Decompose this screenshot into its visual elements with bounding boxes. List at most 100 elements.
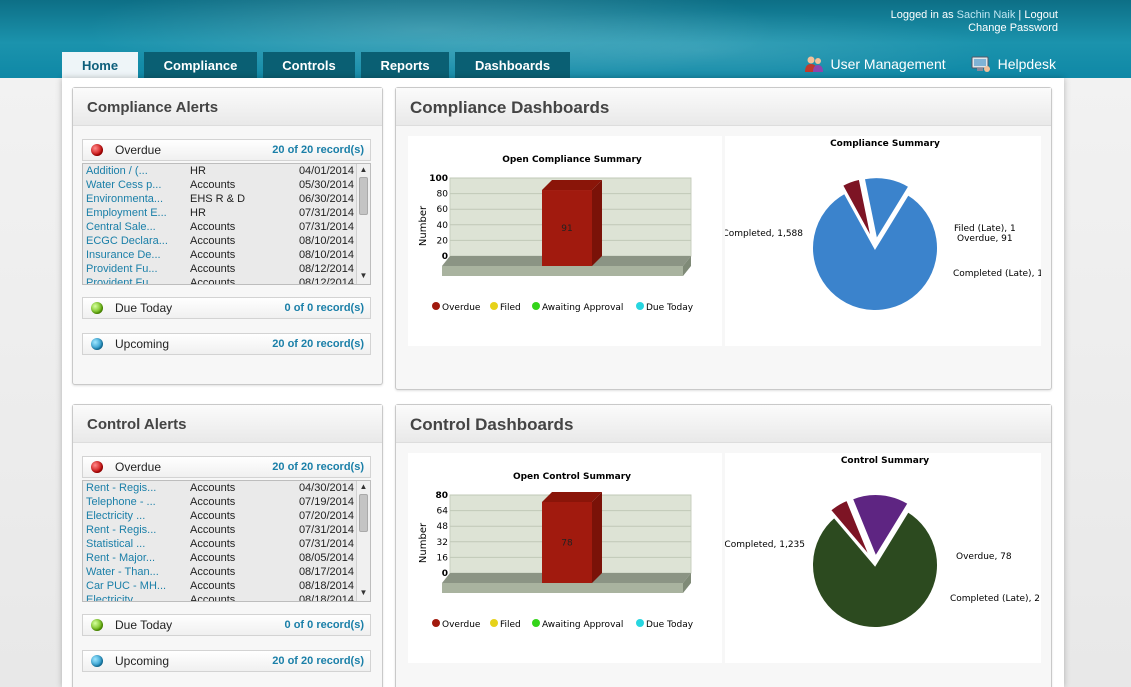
open-compliance-chart: Open Compliance Summary 0 20 40 60 80 100 Numbe… — [408, 136, 722, 346]
list-item[interactable]: Telephone - ... Accounts 07/19/2014 — [83, 495, 370, 509]
upcoming-count[interactable]: 20 of 20 record(s) — [272, 655, 364, 667]
y-tick-label: 40 — [437, 221, 449, 231]
scroll-down-icon[interactable]: ▼ — [357, 271, 370, 283]
tab-controls[interactable]: Controls — [263, 52, 355, 78]
list-item[interactable]: Rent - Major... Accounts 08/05/2014 — [83, 551, 370, 565]
list-item[interactable]: Rent - Regis... Accounts 07/31/2014 — [83, 523, 370, 537]
item-name[interactable]: Rent - Regis... — [86, 481, 190, 495]
legend-label: Awaiting Approval — [542, 303, 623, 313]
scroll-up-icon[interactable]: ▲ — [357, 482, 370, 494]
green-status-icon — [91, 302, 103, 314]
list-item[interactable]: Water - Than... Accounts 08/17/2014 — [83, 565, 370, 579]
item-name[interactable]: Water - Than... — [86, 565, 190, 579]
bar-side — [592, 491, 602, 583]
item-name[interactable]: Car PUC - MH... — [86, 579, 190, 593]
compliance-upcoming-header[interactable]: Upcoming 20 of 20 record(s) — [82, 333, 371, 355]
list-item[interactable]: Insurance De... Accounts 08/10/2014 — [83, 248, 370, 262]
overdue-count[interactable]: 20 of 20 record(s) — [272, 461, 364, 473]
list-item[interactable]: Water Cess p... Accounts 05/30/2014 — [83, 178, 370, 192]
list-scrollbar[interactable]: ▲ ▼ — [356, 481, 370, 601]
item-name[interactable]: Electricity ... — [86, 593, 190, 601]
tab-dashboards[interactable]: Dashboards — [455, 52, 570, 78]
compliance-overdue-header[interactable]: Overdue 20 of 20 record(s) — [82, 139, 371, 161]
list-item[interactable]: Rent - Regis... Accounts 04/30/2014 — [83, 481, 370, 495]
item-name[interactable]: Provident Fu... — [86, 276, 190, 284]
item-due-date: 08/10/2014 — [298, 235, 354, 247]
overdue-label: Overdue — [115, 143, 162, 157]
logged-in-label: Logged in as — [890, 9, 954, 21]
pie-label: Overdue, 78 — [956, 552, 1012, 562]
legend-marker — [432, 619, 440, 627]
item-name[interactable]: Employment E... — [86, 206, 190, 220]
blue-status-icon — [91, 655, 103, 667]
bar-side — [592, 180, 602, 266]
control-alerts-panel: Control Alerts Overdue 20 of 20 record(s… — [72, 404, 383, 687]
control-overdue-header[interactable]: Overdue 20 of 20 record(s) — [82, 456, 371, 478]
scroll-down-icon[interactable]: ▼ — [357, 588, 370, 600]
pie-label: Completed, 1,588 — [725, 229, 803, 239]
list-item[interactable]: Addition / (... HR 04/01/2014 — [83, 164, 370, 178]
tab-home[interactable]: Home — [62, 52, 138, 78]
control-due-today-header[interactable]: Due Today 0 of 0 record(s) — [82, 614, 371, 636]
legend-marker — [636, 619, 644, 627]
list-item[interactable]: Electricity ... Accounts 08/18/2014 — [83, 593, 370, 601]
y-tick-label: 100 — [429, 174, 448, 184]
tab-compliance[interactable]: Compliance — [144, 52, 257, 78]
item-name[interactable]: Water Cess p... — [86, 178, 190, 192]
item-name[interactable]: Rent - Regis... — [86, 523, 190, 537]
item-name[interactable]: Addition / (... — [86, 164, 190, 178]
list-item[interactable]: Car PUC - MH... Accounts 08/18/2014 — [83, 579, 370, 593]
bar-top — [542, 491, 602, 502]
pie-label: Filed (Late), 1 — [954, 224, 1016, 234]
list-item[interactable]: Central Sale... Accounts 07/31/2014 — [83, 220, 370, 234]
legend-marker — [490, 619, 498, 627]
list-item[interactable]: Electricity ... Accounts 07/20/2014 — [83, 509, 370, 523]
compliance-summary-chart: Compliance Summary Completed, 1,588 Filed … — [725, 136, 1041, 346]
item-department: Accounts — [190, 482, 236, 494]
control-summary-pie-chart: Control Summary Completed, 1,235 Overdue, … — [725, 456, 1040, 629]
item-name[interactable]: Insurance De... — [86, 248, 190, 262]
pie-label: Completed (Late), 2 — [950, 594, 1040, 604]
list-scrollbar[interactable]: ▲ ▼ — [356, 164, 370, 284]
open-compliance-bar-chart: Open Compliance Summary 0 20 40 60 80 100 Numbe… — [418, 155, 694, 313]
scroll-up-icon[interactable]: ▲ — [357, 165, 370, 177]
due-today-label: Due Today — [115, 301, 173, 315]
user-management-link[interactable]: User Management — [804, 54, 946, 74]
item-name[interactable]: ECGC Declara... — [86, 234, 190, 248]
tab-reports[interactable]: Reports — [361, 52, 449, 78]
chart-title: Open Control Summary — [513, 472, 631, 482]
helpdesk-link[interactable]: Helpdesk — [970, 54, 1056, 74]
compliance-due-today-header[interactable]: Due Today 0 of 0 record(s) — [82, 297, 371, 319]
item-name[interactable]: Environmenta... — [86, 192, 190, 206]
item-name[interactable]: Statistical ... — [86, 537, 190, 551]
control-upcoming-header[interactable]: Upcoming 20 of 20 record(s) — [82, 650, 371, 672]
list-item[interactable]: Environmenta... EHS R & D 06/30/2014 — [83, 192, 370, 206]
due-today-count[interactable]: 0 of 0 record(s) — [285, 302, 364, 314]
item-name[interactable]: Telephone - ... — [86, 495, 190, 509]
username-link[interactable]: Sachin Naik — [957, 9, 1016, 21]
blue-status-icon — [91, 338, 103, 350]
list-item[interactable]: Provident Fu... Accounts 08/12/2014 — [83, 262, 370, 276]
legend-marker — [432, 302, 440, 310]
due-today-count[interactable]: 0 of 0 record(s) — [285, 619, 364, 631]
upcoming-count[interactable]: 20 of 20 record(s) — [272, 338, 364, 350]
change-password-link[interactable]: Change Password — [968, 22, 1058, 34]
item-due-date: 05/30/2014 — [298, 179, 354, 191]
overdue-count[interactable]: 20 of 20 record(s) — [272, 144, 364, 156]
item-name[interactable]: Rent - Major... — [86, 551, 190, 565]
item-name[interactable]: Central Sale... — [86, 220, 190, 234]
item-due-date: 07/20/2014 — [298, 510, 354, 522]
list-item[interactable]: Statistical ... Accounts 07/31/2014 — [83, 537, 370, 551]
list-item[interactable]: ECGC Declara... Accounts 08/10/2014 — [83, 234, 370, 248]
y-tick-label: 0 — [442, 569, 448, 579]
item-due-date: 04/01/2014 — [298, 165, 354, 177]
scroll-thumb[interactable] — [359, 177, 368, 215]
item-name[interactable]: Provident Fu... — [86, 262, 190, 276]
list-item[interactable]: Provident Fu... Accounts 08/12/2014 — [83, 276, 370, 284]
item-name[interactable]: Electricity ... — [86, 509, 190, 523]
logout-link[interactable]: Logout — [1024, 9, 1058, 21]
scroll-thumb[interactable] — [359, 494, 368, 532]
compliance-dashboards-title: Compliance Dashboards — [396, 88, 1051, 126]
list-item[interactable]: Employment E... HR 07/31/2014 — [83, 206, 370, 220]
pie-label: Overdue, 91 — [957, 234, 1013, 244]
